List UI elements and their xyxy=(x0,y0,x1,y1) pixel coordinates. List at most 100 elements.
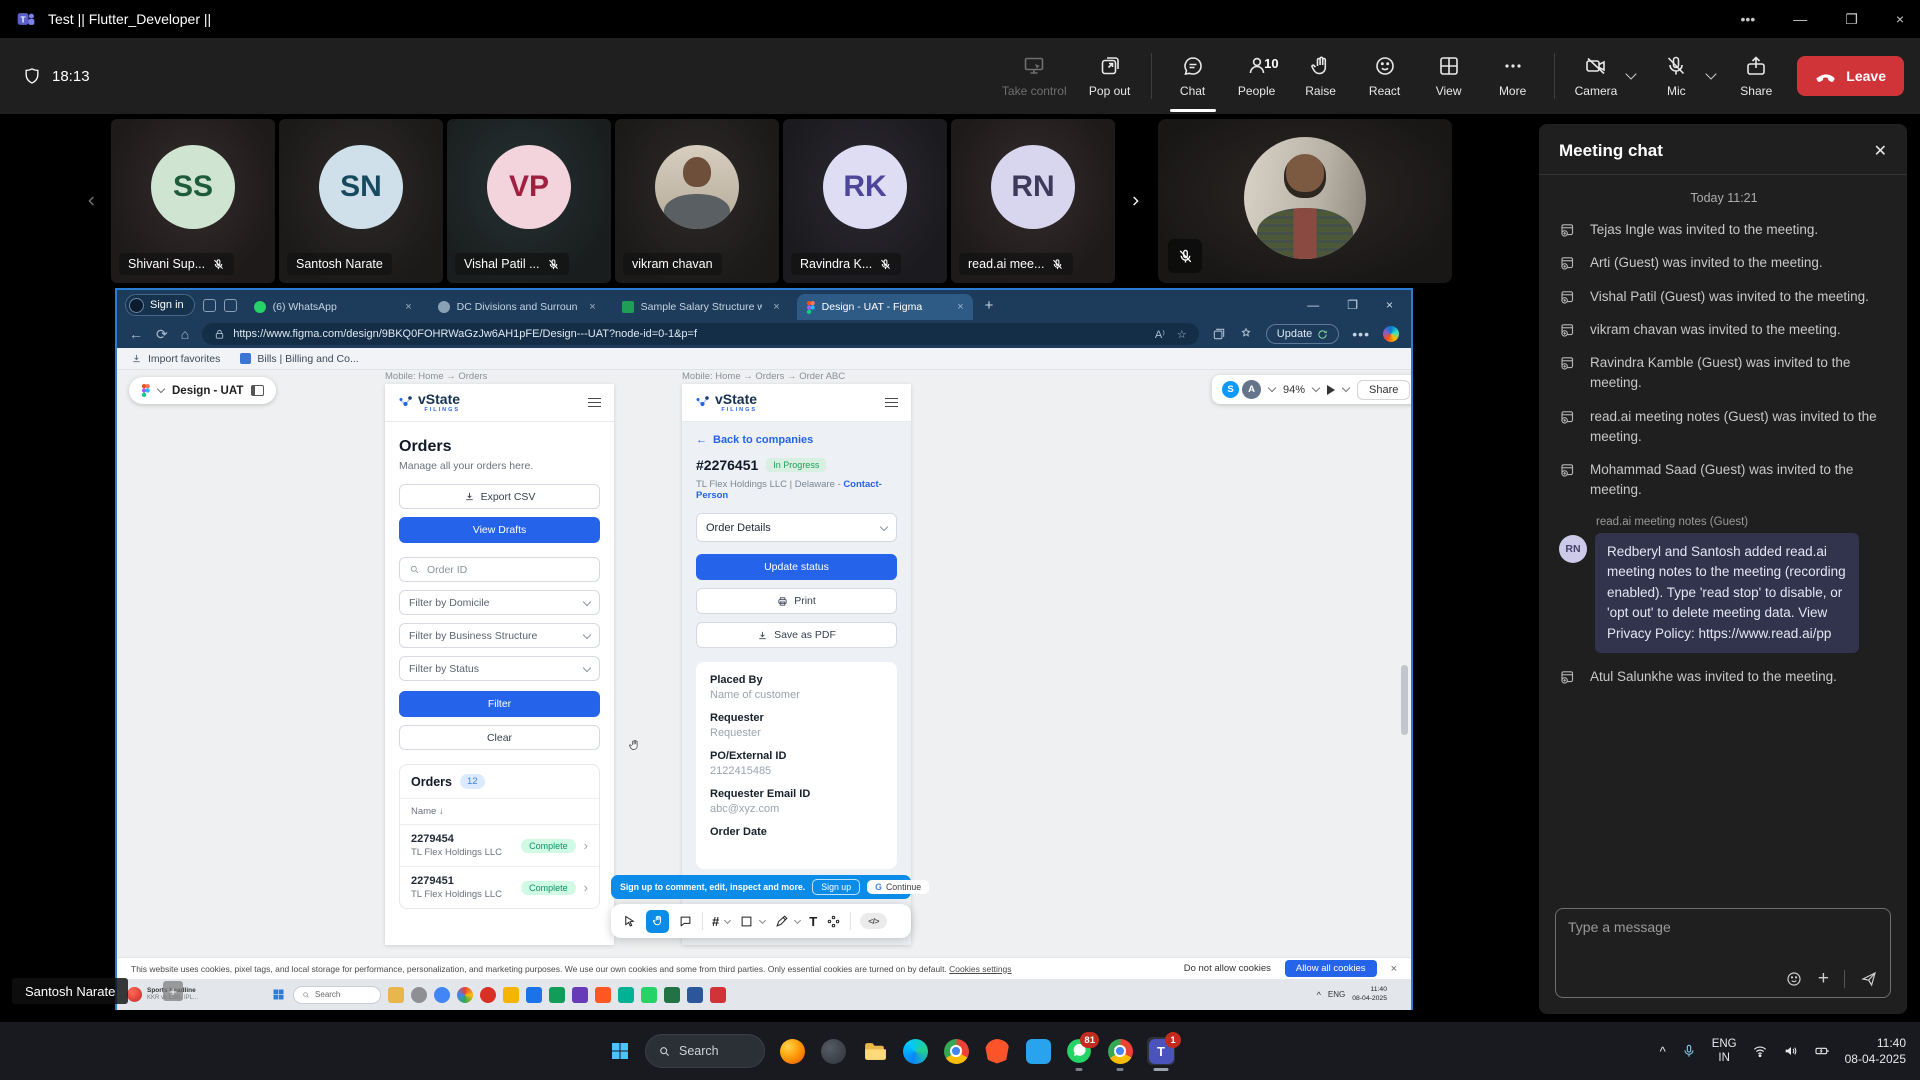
shared-taskbar-icon[interactable] xyxy=(549,987,565,1003)
copilot-icon[interactable] xyxy=(1383,326,1399,342)
text-tool-icon[interactable]: T xyxy=(809,914,817,929)
figma-share-button[interactable]: Share xyxy=(1357,380,1410,400)
frame-label[interactable]: Mobile: Home → Orders → Order ABC xyxy=(682,371,845,382)
browser-extension-icon[interactable] xyxy=(1239,327,1253,341)
participant-tile-shivani[interactable]: SS Shivani Sup... xyxy=(111,119,275,283)
canvas-scrollbar[interactable] xyxy=(1401,665,1408,735)
tab-close-icon[interactable]: × xyxy=(405,301,411,313)
browser-maximize-button[interactable]: ❐ xyxy=(1347,298,1358,312)
browser-update-button[interactable]: Update xyxy=(1266,324,1339,344)
start-button[interactable] xyxy=(608,1039,632,1063)
tray-expand-icon[interactable]: ^ xyxy=(1660,1044,1666,1059)
browser-close-button[interactable]: × xyxy=(1386,298,1393,312)
collaborators-chevron-icon[interactable] xyxy=(1268,384,1276,392)
taskbar-icon-vscode[interactable] xyxy=(1024,1037,1052,1065)
pop-out-button[interactable]: Pop out xyxy=(1087,48,1133,104)
shared-taskbar-icon[interactable] xyxy=(480,987,496,1003)
tab-dc-divisions[interactable]: DC Divisions and Surroundings × xyxy=(429,294,605,320)
view-drafts-button[interactable]: View Drafts xyxy=(399,517,600,543)
frame-tool-icon[interactable]: # xyxy=(712,914,719,929)
chevron-down-icon[interactable] xyxy=(759,916,766,923)
shared-taskbar-icon[interactable] xyxy=(434,987,450,1003)
chat-message-input[interactable] xyxy=(1568,919,1878,935)
share-button[interactable]: Share xyxy=(1733,48,1779,104)
zoom-level[interactable]: 94% xyxy=(1283,384,1305,396)
collaborator-avatar[interactable]: S xyxy=(1221,380,1240,399)
react-button[interactable]: React xyxy=(1362,48,1408,104)
shared-taskbar-icon[interactable] xyxy=(388,987,404,1003)
google-continue-button[interactable]: G Continue xyxy=(867,880,929,894)
present-chevron-icon[interactable] xyxy=(1342,384,1350,392)
frame-label[interactable]: Mobile: Home → Orders xyxy=(385,371,487,382)
send-icon[interactable] xyxy=(1860,970,1878,988)
wifi-icon[interactable] xyxy=(1752,1043,1768,1059)
window-maximize-button[interactable]: ❐ xyxy=(1845,11,1858,28)
camera-button[interactable]: Camera xyxy=(1573,48,1620,104)
browser-menu-icon[interactable]: ••• xyxy=(1352,326,1370,342)
shared-taskbar-icon[interactable] xyxy=(618,987,634,1003)
figma-frame-order-detail[interactable]: vState FILINGS ← Back to companies #2276… xyxy=(682,384,911,945)
taskbar-icon-file-explorer[interactable] xyxy=(860,1037,888,1065)
shared-taskbar-icon[interactable] xyxy=(664,987,680,1003)
favorite-star-icon[interactable]: ☆ xyxy=(1177,328,1187,341)
new-tab-button[interactable]: + xyxy=(985,297,994,314)
order-row[interactable]: 2279454 TL Flex Holdings LLC Complete › xyxy=(400,824,599,866)
participant-tile-ravindra[interactable]: RK Ravindra K... xyxy=(783,119,947,283)
hamburger-menu-icon[interactable] xyxy=(588,398,601,408)
raise-hand-button[interactable]: Raise xyxy=(1298,48,1344,104)
order-details-select[interactable]: Order Details xyxy=(696,513,897,542)
tab-close-icon[interactable]: × xyxy=(773,301,779,313)
taskbar-icon-edge[interactable] xyxy=(901,1037,929,1065)
shared-taskbar-icon[interactable] xyxy=(526,987,542,1003)
collections-icon[interactable] xyxy=(1212,327,1226,341)
shared-taskbar-icon[interactable] xyxy=(503,987,519,1003)
shape-tool-icon[interactable] xyxy=(739,914,754,929)
move-tool-icon[interactable] xyxy=(622,914,637,929)
browser-minimize-button[interactable]: — xyxy=(1307,298,1319,312)
comment-tool-icon[interactable] xyxy=(678,914,693,929)
orders-column-header[interactable]: Name ↓ xyxy=(400,798,599,824)
collaborator-avatar[interactable]: A xyxy=(1242,380,1261,399)
tab-close-icon[interactable]: × xyxy=(589,301,595,313)
chevron-down-icon[interactable] xyxy=(794,916,801,923)
emoji-icon[interactable] xyxy=(1785,970,1803,988)
taskbar-icon-firefox[interactable] xyxy=(778,1037,806,1065)
order-row[interactable]: 2279451 TL Flex Holdings LLC Complete › xyxy=(400,866,599,908)
address-field[interactable]: https://www.figma.com/design/9BKQ0FOHRWa… xyxy=(202,323,1199,345)
chat-input-box[interactable]: + xyxy=(1555,908,1891,998)
dev-mode-toggle[interactable]: </> xyxy=(860,913,887,929)
shared-taskbar-icon[interactable] xyxy=(595,987,611,1003)
shared-search-box[interactable]: Search xyxy=(293,986,381,1004)
start-icon[interactable] xyxy=(271,987,286,1002)
filmstrip-next-button[interactable] xyxy=(1117,119,1153,283)
filter-domicile-select[interactable]: Filter by Domicile xyxy=(399,590,600,615)
pen-tool-icon[interactable] xyxy=(774,914,789,929)
back-button[interactable]: ← xyxy=(129,326,143,342)
participant-tile-readai[interactable]: RN read.ai mee... xyxy=(951,119,1115,283)
shared-taskbar-icon[interactable] xyxy=(710,987,726,1003)
close-icon[interactable]: × xyxy=(1391,963,1397,975)
mic-options-chevron-icon[interactable] xyxy=(1706,68,1717,79)
shared-taskbar-icon[interactable] xyxy=(457,987,473,1003)
order-id-search-input[interactable]: Order ID xyxy=(399,557,600,582)
camera-options-chevron-icon[interactable] xyxy=(1626,68,1637,79)
taskbar-icon-copilot[interactable] xyxy=(819,1037,847,1065)
chat-button[interactable]: Chat xyxy=(1170,48,1216,104)
filter-business-structure-select[interactable]: Filter by Business Structure xyxy=(399,623,600,648)
tab-salary-sheet[interactable]: Sample Salary Structure with calc × xyxy=(613,294,789,320)
shared-taskbar-icon[interactable] xyxy=(411,987,427,1003)
filter-button[interactable]: Filter xyxy=(399,691,600,717)
zoom-add-icon[interactable]: + xyxy=(163,981,183,1001)
tab-actions-icon[interactable] xyxy=(224,299,237,312)
present-icon[interactable] xyxy=(1327,385,1335,395)
shared-taskbar-icon[interactable] xyxy=(687,987,703,1003)
shared-taskbar-icon[interactable] xyxy=(641,987,657,1003)
chevron-down-icon[interactable] xyxy=(724,916,731,923)
volume-icon[interactable] xyxy=(1783,1043,1799,1059)
leave-button[interactable]: Leave xyxy=(1797,56,1904,96)
browser-profile-button[interactable]: Sign in xyxy=(125,294,195,316)
cookie-settings-link[interactable]: Cookies settings xyxy=(949,964,1011,974)
deny-cookies-button[interactable]: Do not allow cookies xyxy=(1184,963,1271,974)
figma-file-pill[interactable]: Design - UAT xyxy=(129,377,276,404)
read-aloud-icon[interactable]: A⁾ xyxy=(1155,328,1165,341)
